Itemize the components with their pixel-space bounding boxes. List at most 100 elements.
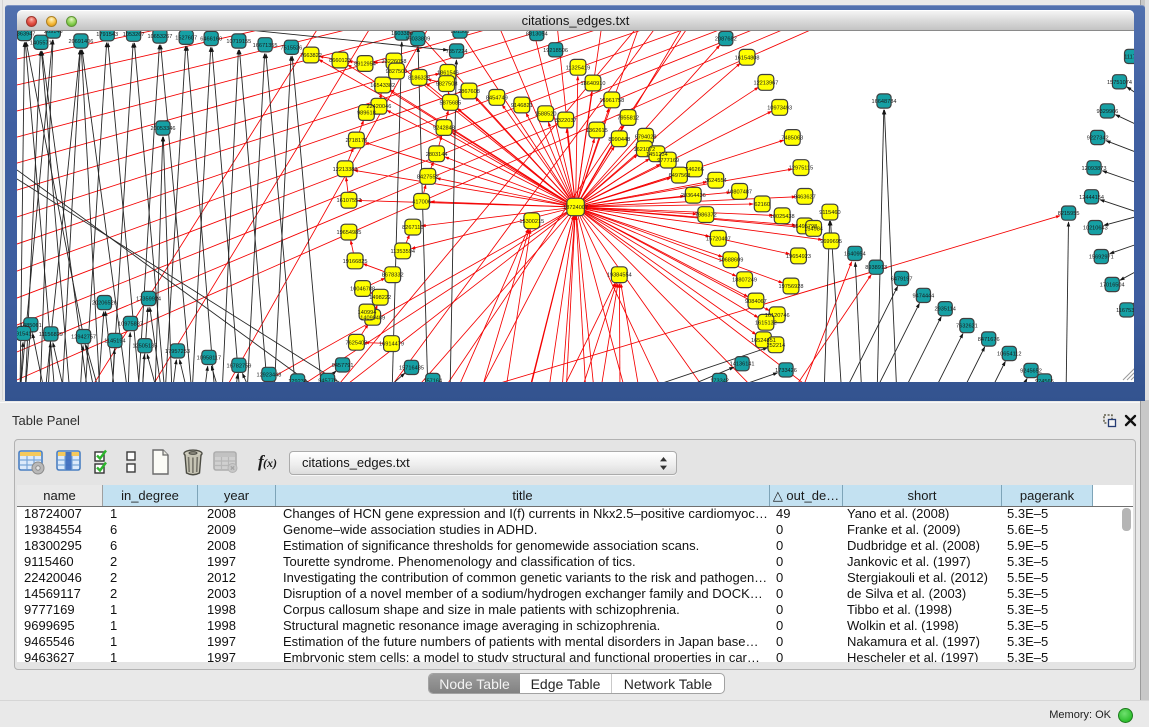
- svg-text:2718176: 2718176: [346, 138, 368, 144]
- svg-text:8912954: 8912954: [354, 62, 376, 68]
- svg-text:1362615: 1362615: [586, 128, 608, 134]
- svg-text:15300215: 15300215: [519, 219, 544, 225]
- svg-text:2935114: 2935114: [935, 307, 956, 313]
- svg-text:20206526: 20206526: [92, 301, 117, 307]
- svg-text:19166825: 19166825: [343, 259, 368, 265]
- svg-text:16107552: 16107552: [336, 198, 361, 204]
- svg-text:8322037: 8322037: [555, 118, 577, 124]
- svg-text:9242848: 9242848: [433, 126, 455, 132]
- svg-text:154984: 154984: [804, 226, 823, 232]
- svg-text:7663822: 7663822: [300, 53, 322, 59]
- svg-text:12444154: 12444154: [1079, 195, 1104, 201]
- svg-text:252214: 252214: [767, 343, 786, 349]
- svg-text:7632621: 7632621: [956, 324, 978, 330]
- svg-text:989618: 989618: [357, 111, 376, 117]
- svg-text:1791543: 1791543: [96, 32, 118, 38]
- svg-text:9777169: 9777169: [657, 158, 679, 164]
- svg-text:16782759: 16782759: [226, 363, 251, 369]
- svg-text:1053267: 1053267: [123, 32, 145, 38]
- svg-text:945779: 945779: [318, 379, 337, 383]
- svg-text:1733426: 1733426: [775, 368, 797, 374]
- svg-text:18724007: 18724007: [563, 205, 588, 211]
- svg-text:15751074: 15751074: [1107, 80, 1132, 86]
- svg-text:12942757: 12942757: [71, 335, 96, 341]
- svg-text:10973493: 10973493: [767, 105, 792, 111]
- svg-text:9227342: 9227342: [1087, 136, 1109, 142]
- svg-text:8471676: 8471676: [978, 337, 1000, 343]
- svg-text:8267110: 8267110: [402, 225, 423, 231]
- svg-text:14136141: 14136141: [730, 362, 755, 368]
- svg-text:12923448: 12923448: [256, 372, 281, 378]
- svg-text:1498222: 1498222: [369, 295, 391, 301]
- svg-text:10958117: 10958117: [197, 355, 221, 361]
- svg-text:1861546: 1861546: [437, 70, 459, 76]
- svg-text:1405571: 1405571: [30, 40, 52, 46]
- svg-text:16914479: 16914479: [379, 342, 404, 348]
- svg-text:1640954: 1640954: [844, 251, 866, 257]
- svg-text:2087682: 2087682: [715, 37, 737, 43]
- svg-text:16961758: 16961758: [599, 98, 624, 104]
- svg-text:9699695: 9699695: [820, 239, 842, 245]
- svg-text:20691406: 20691406: [68, 39, 93, 45]
- svg-text:10975887: 10975887: [118, 322, 143, 328]
- svg-text:7625402: 7625402: [346, 340, 368, 346]
- svg-text:7357224: 7357224: [446, 49, 468, 55]
- svg-text:12505135: 12505135: [132, 344, 157, 350]
- svg-text:881305: 881305: [451, 31, 470, 35]
- svg-text:8813054: 8813054: [526, 32, 548, 38]
- svg-text:19384554: 19384554: [607, 273, 632, 279]
- svg-text:1167534: 1167534: [1116, 308, 1134, 314]
- svg-text:173342: 173342: [710, 379, 729, 383]
- svg-text:746266: 746266: [685, 167, 704, 173]
- svg-text:19756928: 19756928: [779, 284, 804, 290]
- svg-text:1145194: 1145194: [104, 339, 125, 345]
- svg-text:16671355: 16671355: [253, 43, 278, 49]
- svg-text:8660123: 8660123: [329, 58, 351, 64]
- svg-text:20053346: 20053346: [151, 126, 176, 132]
- svg-text:6497568: 6497568: [669, 173, 691, 179]
- svg-text:14099489: 14099489: [360, 315, 385, 321]
- svg-text:6794028: 6794028: [635, 134, 657, 140]
- svg-text:7485063: 7485063: [781, 136, 803, 142]
- svg-text:6479197: 6479197: [891, 276, 913, 282]
- svg-text:209146: 209146: [44, 31, 63, 35]
- svg-text:8678332: 8678332: [382, 273, 404, 279]
- svg-text:8454749: 8454749: [486, 95, 508, 101]
- svg-text:6466160: 6466160: [200, 37, 222, 43]
- svg-text:1527607: 1527607: [175, 35, 197, 41]
- svg-text:157164: 157164: [423, 379, 442, 383]
- svg-text:129234: 129234: [288, 379, 307, 382]
- svg-text:20364436: 20364436: [681, 193, 706, 199]
- svg-text:17957253: 17957253: [165, 349, 190, 355]
- svg-text:10654112: 10654112: [997, 352, 1021, 358]
- svg-text:9146821: 9146821: [511, 103, 533, 109]
- svg-text:924565: 924565: [1035, 379, 1054, 382]
- svg-text:10046788: 10046788: [350, 287, 375, 293]
- svg-text:9115460: 9115460: [819, 210, 840, 216]
- svg-text:11325419: 11325419: [566, 65, 590, 71]
- svg-text:8215955: 8215955: [1058, 211, 1080, 217]
- svg-text:1588520: 1588520: [535, 112, 557, 118]
- svg-text:16543382: 16543382: [370, 83, 395, 89]
- svg-text:5875685: 5875685: [440, 100, 462, 106]
- svg-text:19654923: 19654923: [786, 254, 811, 260]
- svg-text:9457791: 9457791: [332, 363, 354, 369]
- svg-text:16033809: 16033809: [405, 37, 430, 43]
- svg-text:18640910: 18640910: [581, 81, 606, 87]
- svg-text:140994: 140994: [358, 310, 377, 316]
- svg-text:12975115: 12975115: [789, 166, 813, 172]
- svg-text:(x): (x): [263, 456, 277, 470]
- svg-text:8938913: 8938913: [865, 265, 887, 271]
- svg-text:8186328: 8186328: [408, 75, 430, 81]
- svg-text:15692971: 15692971: [1089, 255, 1114, 261]
- svg-text:16154808: 16154808: [735, 55, 760, 61]
- svg-text:9084067: 9084067: [745, 299, 767, 305]
- svg-text:10653267: 10653267: [147, 34, 172, 40]
- svg-text:10719155: 10719155: [226, 39, 251, 45]
- svg-text:9827508: 9827508: [436, 82, 458, 88]
- svg-text:1615132: 1615132: [755, 320, 777, 326]
- svg-text:9463627: 9463627: [794, 194, 816, 200]
- svg-text:9329966: 9329966: [1097, 109, 1119, 115]
- svg-text:7986372: 7986372: [695, 213, 717, 219]
- svg-text:12213967: 12213967: [753, 80, 778, 86]
